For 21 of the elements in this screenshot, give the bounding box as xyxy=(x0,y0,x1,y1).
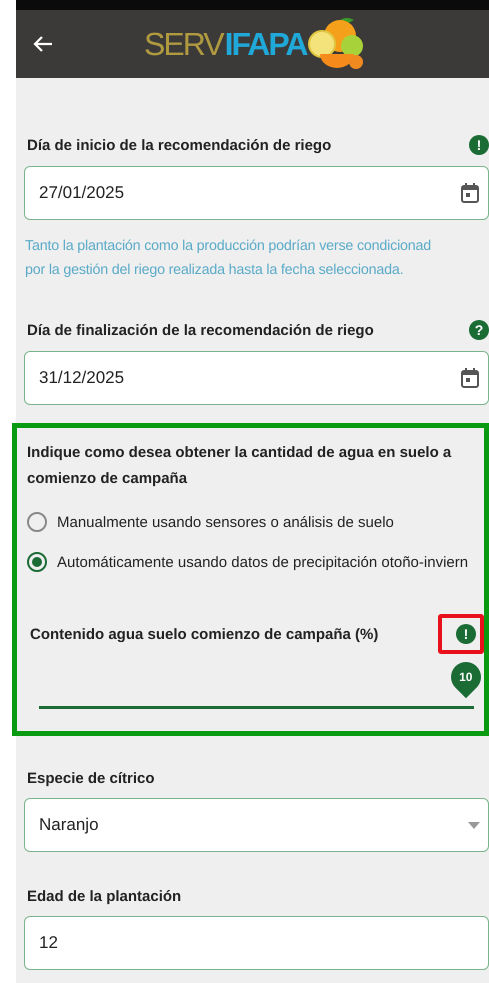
radio-option[interactable]: Automáticamente usando datos de precipitación otoño-inviern xyxy=(27,552,484,572)
caret-icon xyxy=(468,822,480,828)
date-field[interactable]: 31/12/2025 xyxy=(24,351,489,405)
field-label: Día de inicio de la recomendación de riego xyxy=(26,136,332,154)
field-label: Contenido agua suelo comienzo de campaña (%) xyxy=(29,626,378,642)
input-field[interactable]: 12 xyxy=(24,916,489,970)
field-label: Especie de cítrico xyxy=(26,770,155,787)
radio-option[interactable]: Manualmente usando sensores o análisis de suelo xyxy=(27,512,484,532)
help-badge[interactable]: ? xyxy=(469,320,489,340)
calendar-icon[interactable] xyxy=(460,182,480,204)
help-badge[interactable]: ! xyxy=(456,624,476,644)
species-dropdown[interactable]: Naranjo xyxy=(24,798,489,852)
hint-text: Tanto la plantación como la producción podrían verse condicionad por la gestión del riego realizada hasta la fecha seleccionada. xyxy=(24,237,432,280)
help-badge[interactable]: ! xyxy=(469,135,489,155)
question-title: Indique como desea obtener la cantidad de agua en suelo a comienzo de campaña xyxy=(27,443,452,489)
field-label: Edad de la plantación xyxy=(26,888,182,905)
logo-text: SERV xyxy=(144,25,224,63)
calendar-icon[interactable] xyxy=(460,367,480,389)
field-label: Día de finalización de la recomendación de riego xyxy=(26,322,374,338)
logo-text: IFAPA xyxy=(224,25,308,63)
date-field[interactable]: 27/01/2025 xyxy=(24,166,489,220)
